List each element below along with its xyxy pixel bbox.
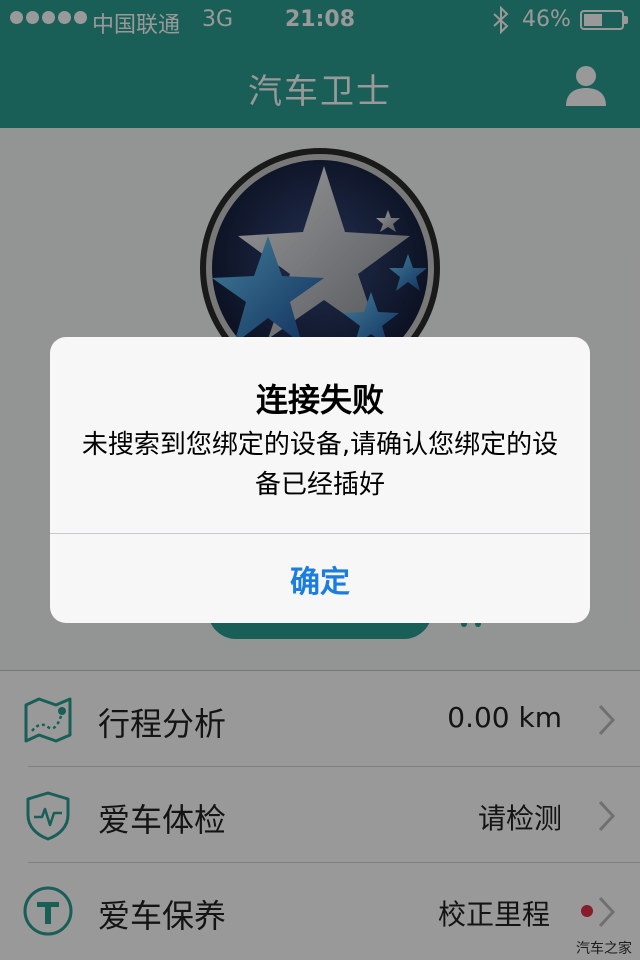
alert-message: 未搜索到您绑定的设备,请确认您绑定的设备已经插好 (81, 430, 559, 500)
alert-dialog: 连接失败 未搜索到您绑定的设备,请确认您绑定的设备已经插好 确定 (50, 337, 590, 623)
confirm-button[interactable]: 确定 (50, 534, 590, 623)
alert-title: 连接失败 (255, 381, 384, 419)
